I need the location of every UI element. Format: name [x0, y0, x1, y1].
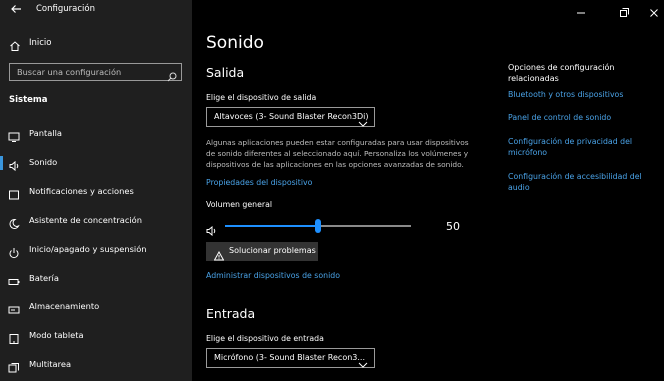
output-device-label: Elige el dispositivo de salida	[206, 93, 317, 102]
sidebar-item-modo-tableta[interactable]: Modo tableta	[0, 326, 192, 346]
sidebar-item-notificaciones[interactable]: Notificaciones y acciones	[0, 182, 192, 202]
output-device-value: Altavoces (3- Sound Blaster Recon3Di)	[214, 112, 369, 121]
section-heading-output: Salida	[206, 65, 245, 80]
page-title: Sonido	[206, 33, 264, 53]
volume-slider-fill	[225, 225, 318, 227]
back-arrow-icon[interactable]	[8, 3, 24, 17]
search-input[interactable]: Buscar una configuración	[9, 63, 182, 82]
home-label: Inicio	[29, 38, 52, 48]
related-settings-title: Opciones de configuración relacionadas	[508, 63, 615, 83]
moon-icon	[8, 215, 20, 229]
input-device-dropdown[interactable]: Micrófono (3- Sound Blaster Recon3...	[206, 348, 375, 368]
sidebar-item-label: Inicio/apagado y suspensión	[29, 244, 147, 254]
volume-value: 50	[446, 220, 460, 233]
sidebar-item-bateria[interactable]: Batería	[0, 269, 192, 289]
device-properties-link[interactable]: Propiedades del dispositivo	[206, 178, 312, 187]
chevron-down-icon	[358, 354, 368, 368]
notifications-icon	[8, 186, 20, 200]
volume-slider[interactable]	[225, 219, 411, 233]
sidebar-item-multitarea[interactable]: Multitarea	[0, 355, 192, 375]
maximize-icon[interactable]	[618, 4, 630, 17]
sidebar-item-almacenamiento[interactable]: Almacenamiento	[0, 297, 192, 317]
related-link-audio-accessibility[interactable]: Configuración de accesibilidad del audio	[508, 171, 648, 193]
tablet-icon	[8, 330, 20, 344]
multitask-icon	[8, 359, 20, 373]
search-icon[interactable]	[167, 67, 177, 82]
input-device-label: Elige el dispositivo de entrada	[206, 334, 324, 343]
minimize-icon[interactable]	[575, 4, 587, 16]
storage-icon	[8, 301, 20, 314]
related-link-bluetooth[interactable]: Bluetooth y otros dispositivos	[508, 89, 648, 100]
power-icon	[8, 244, 20, 259]
output-description: Algunas aplicaciones pueden estar config…	[206, 138, 469, 169]
sidebar-item-label: Batería	[29, 273, 59, 283]
sidebar-item-label: Multitarea	[29, 359, 72, 369]
section-heading-input: Entrada	[206, 306, 256, 321]
home-icon	[9, 37, 21, 51]
related-link-sound-control-panel[interactable]: Panel de control de sonido	[508, 112, 648, 123]
sidebar: Configuración Inicio Buscar una configur…	[0, 0, 192, 381]
volume-label: Volumen general	[206, 200, 273, 209]
sidebar-item-pantalla[interactable]: Pantalla	[0, 124, 192, 144]
close-icon[interactable]	[648, 4, 660, 17]
sidebar-item-inicio-apagado[interactable]: Inicio/apagado y suspensión	[0, 240, 192, 260]
search-placeholder: Buscar una configuración	[17, 67, 122, 77]
monitor-icon	[8, 128, 20, 142]
sidebar-item-label: Notificaciones y acciones	[29, 186, 134, 196]
chevron-down-icon	[358, 113, 368, 127]
input-device-value: Micrófono (3- Sound Blaster Recon3...	[214, 353, 365, 362]
sidebar-item-label: Asistente de concentración	[29, 215, 143, 225]
sidebar-item-label: Almacenamiento	[29, 301, 100, 311]
sidebar-item-label: Sonido	[29, 157, 58, 167]
section-label-system: Sistema	[9, 95, 48, 105]
sidebar-item-label: Pantalla	[29, 128, 63, 138]
app-title: Configuración	[36, 4, 95, 14]
warning-icon	[213, 246, 225, 261]
troubleshoot-button[interactable]: Solucionar problemas	[206, 242, 318, 261]
volume-slider-thumb[interactable]	[315, 219, 321, 233]
volume-icon[interactable]	[206, 221, 218, 237]
related-link-microphone-privacy[interactable]: Configuración de privacidad del micrófon…	[508, 136, 648, 158]
main-content: Sonido Salida Elige el dispositivo de sa…	[192, 0, 664, 381]
manage-sound-devices-link[interactable]: Administrar dispositivos de sonido	[206, 271, 340, 280]
troubleshoot-label: Solucionar problemas	[229, 246, 316, 255]
output-device-dropdown[interactable]: Altavoces (3- Sound Blaster Recon3Di)	[206, 107, 375, 127]
sidebar-item-label: Modo tableta	[29, 330, 84, 340]
speaker-icon	[8, 157, 20, 172]
sidebar-item-home[interactable]: Inicio	[0, 33, 192, 55]
sidebar-item-concentracion[interactable]: Asistente de concentración	[0, 211, 192, 231]
sidebar-item-sonido[interactable]: Sonido	[0, 153, 192, 173]
battery-icon	[8, 273, 20, 285]
